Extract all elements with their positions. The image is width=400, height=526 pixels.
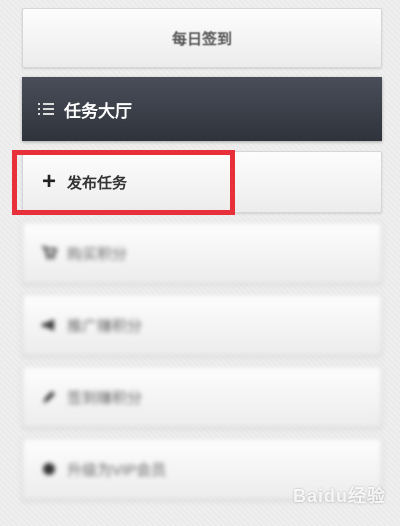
- checkin-earn-points-label: 签到赚积分: [67, 389, 143, 407]
- watermark: Baidu经验: [292, 486, 386, 506]
- daily-checkin-label: 每日签到: [171, 30, 232, 48]
- checkin-earn-points-button[interactable]: 签到赚积分: [22, 366, 382, 428]
- promote-earn-points-button[interactable]: 推广赚积分: [22, 294, 382, 356]
- megaphone-icon: [41, 317, 57, 333]
- task-hall-label: 任务大厅: [64, 101, 132, 121]
- upgrade-vip-label: 升级为VIP会员: [67, 461, 167, 479]
- promote-earn-points-label: 推广赚积分: [67, 317, 143, 335]
- cart-icon: [41, 245, 57, 261]
- buy-points-label: 购买积分: [67, 245, 128, 263]
- list-icon: [38, 103, 54, 115]
- pencil-icon: [41, 389, 57, 405]
- buy-points-button[interactable]: 购买积分: [22, 222, 382, 284]
- task-hall-header[interactable]: 任务大厅: [22, 77, 382, 141]
- daily-checkin-button[interactable]: 每日签到: [22, 8, 382, 68]
- highlight-box: [12, 150, 235, 215]
- circle-icon: [41, 461, 57, 477]
